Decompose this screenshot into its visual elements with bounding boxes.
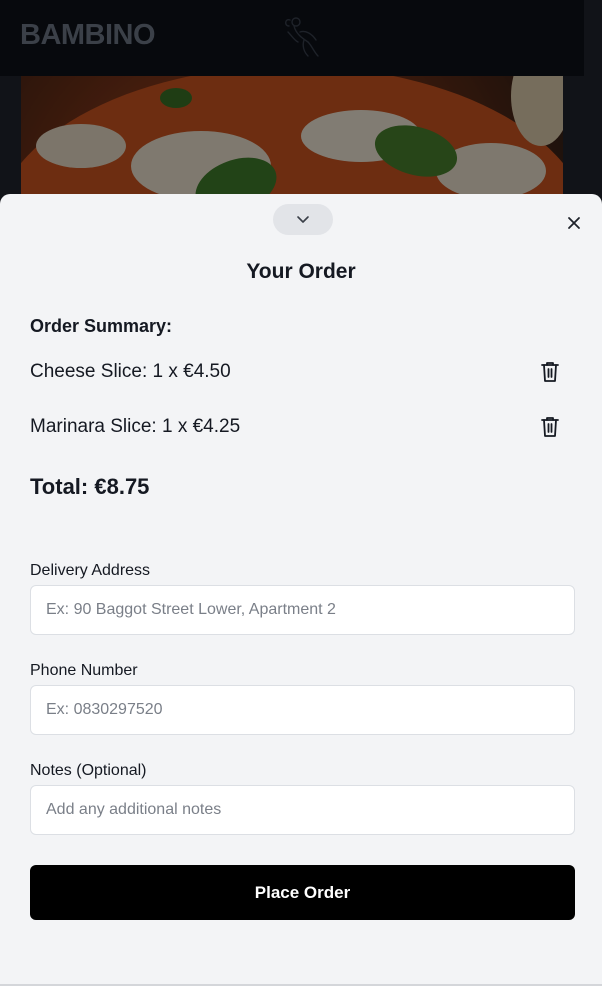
order-total: Total: €8.75 (30, 474, 150, 499)
order-item: Marinara Slice: 1 x €4.25 (30, 412, 572, 442)
notes-input[interactable] (30, 785, 575, 835)
brand-logo-text[interactable]: BAMBINO (20, 18, 156, 52)
close-button[interactable] (564, 215, 584, 235)
top-header: BAMBINO (0, 0, 584, 76)
place-order-button[interactable]: Place Order (30, 865, 575, 920)
close-icon (567, 216, 581, 235)
phone-number-input[interactable] (30, 685, 575, 735)
order-item-text: Marinara Slice: 1 x €4.25 (30, 416, 241, 437)
sheet-title: Your Order (246, 260, 356, 283)
order-item-text: Cheese Slice: 1 x €4.50 (30, 361, 231, 382)
trash-icon[interactable] (539, 360, 561, 384)
chevron-down-icon (296, 211, 310, 229)
phone-number-label: Phone Number (30, 662, 138, 679)
order-sheet: Your Order Order Summary: Cheese Slice: … (0, 194, 602, 986)
collapse-sheet-button[interactable] (273, 204, 333, 235)
delivery-address-input[interactable] (30, 585, 575, 635)
cherub-logo-icon (282, 12, 322, 60)
pizza-hero-image (21, 76, 563, 206)
app-screen: BAMBINO Your Order Order Summary: Cheese… (0, 0, 602, 986)
order-item: Cheese Slice: 1 x €4.50 (30, 357, 572, 387)
delivery-address-label: Delivery Address (30, 562, 151, 579)
trash-icon[interactable] (539, 415, 561, 439)
notes-label: Notes (Optional) (30, 762, 147, 779)
order-summary-heading: Order Summary: (30, 316, 173, 336)
